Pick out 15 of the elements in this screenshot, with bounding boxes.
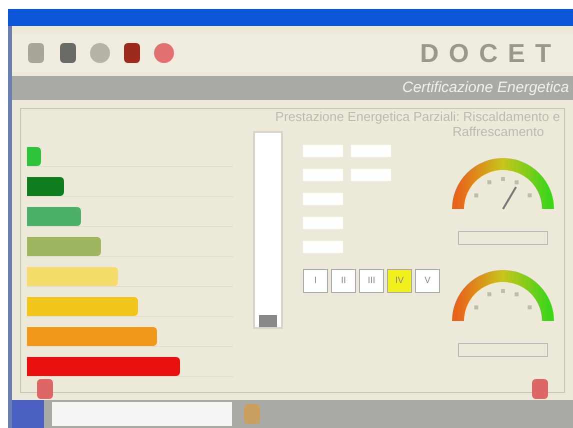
input-field[interactable]: [303, 145, 343, 157]
header-bar: Certificazione Energetica: [12, 76, 573, 100]
input-field[interactable]: [303, 169, 343, 181]
class-button[interactable]: IV: [387, 269, 412, 293]
input-field[interactable]: [351, 169, 391, 181]
class-button[interactable]: V: [415, 269, 440, 293]
indicator-thumb[interactable]: [259, 315, 277, 327]
logo: DOCET: [420, 36, 561, 70]
class-button[interactable]: II: [331, 269, 356, 293]
class-button[interactable]: III: [359, 269, 384, 293]
class-button[interactable]: I: [303, 269, 328, 293]
input-field[interactable]: [303, 193, 343, 205]
input-field[interactable]: [303, 217, 343, 229]
input-field[interactable]: [303, 241, 343, 253]
input-field[interactable]: [351, 145, 391, 157]
